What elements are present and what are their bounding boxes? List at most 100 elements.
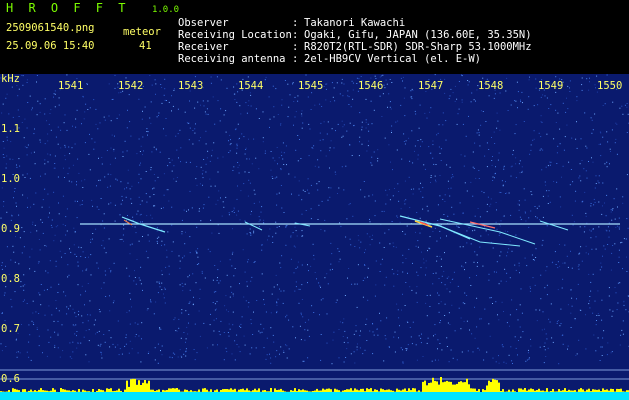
noise-speck — [57, 320, 59, 322]
noise-speck — [241, 316, 243, 318]
noise-speck — [301, 230, 303, 232]
noise-speck — [499, 225, 501, 227]
noise-speck — [150, 214, 152, 216]
noise-speck — [227, 311, 229, 313]
noise-speck — [181, 219, 183, 221]
noise-speck — [613, 198, 615, 200]
activity-bar — [470, 388, 472, 392]
noise-speck — [292, 326, 294, 328]
noise-speck — [553, 181, 555, 182]
noise-speck — [521, 166, 523, 168]
noise-speck — [178, 157, 179, 159]
activity-bar — [596, 389, 598, 392]
noise-speck — [263, 328, 265, 330]
app-version: 1.0.0 — [151, 5, 180, 15]
noise-speck — [364, 264, 366, 266]
noise-speck — [76, 256, 78, 257]
noise-speck — [505, 181, 506, 183]
noise-speck — [51, 226, 53, 228]
noise-speck — [286, 357, 288, 359]
noise-speck — [535, 78, 537, 80]
noise-speck — [26, 79, 28, 81]
activity-bar — [188, 391, 190, 392]
noise-speck — [490, 297, 492, 299]
noise-speck — [44, 163, 46, 165]
noise-speck — [129, 253, 131, 255]
noise-speck — [448, 219, 450, 221]
noise-speck — [410, 90, 412, 92]
noise-speck — [210, 76, 212, 78]
noise-speck — [427, 250, 428, 252]
noise-speck — [595, 350, 597, 352]
noise-speck — [140, 213, 142, 215]
noise-speck — [503, 166, 505, 168]
noise-speck — [297, 95, 299, 97]
noise-speck — [198, 210, 200, 212]
noise-speck — [353, 333, 355, 335]
y-tick-label: 0.6 — [1, 373, 20, 385]
noise-speck — [495, 301, 497, 303]
noise-speck — [243, 296, 245, 298]
noise-speck — [17, 351, 19, 353]
noise-speck — [336, 299, 338, 301]
noise-speck — [539, 346, 541, 348]
noise-speck — [562, 102, 564, 104]
noise-speck — [39, 111, 41, 113]
noise-speck — [474, 306, 475, 308]
noise-speck — [188, 139, 190, 141]
noise-speck — [384, 335, 386, 337]
noise-speck — [385, 203, 387, 205]
noise-speck — [216, 76, 218, 78]
activity-bar — [96, 390, 98, 392]
noise-speck — [439, 152, 441, 154]
noise-speck — [154, 180, 156, 182]
noise-speck — [231, 211, 233, 213]
noise-speck — [210, 313, 211, 315]
noise-speck — [16, 338, 17, 340]
noise-speck — [236, 101, 238, 103]
noise-speck — [121, 195, 123, 197]
activity-bar — [128, 386, 130, 392]
noise-speck — [434, 324, 436, 326]
activity-bar — [580, 388, 582, 392]
noise-speck — [562, 343, 564, 345]
noise-speck — [164, 288, 166, 290]
noise-speck — [413, 188, 415, 190]
noise-speck — [330, 140, 332, 142]
noise-speck — [395, 246, 397, 248]
noise-speck — [24, 299, 25, 301]
noise-speck — [538, 205, 540, 207]
noise-speck — [479, 349, 480, 351]
noise-speck — [147, 353, 149, 354]
noise-speck — [532, 139, 534, 141]
noise-speck — [495, 361, 497, 363]
noise-speck — [588, 253, 589, 255]
noise-speck — [539, 149, 541, 151]
noise-speck — [189, 289, 191, 291]
noise-speck — [369, 330, 371, 332]
activity-bar — [536, 390, 538, 392]
noise-speck — [121, 238, 123, 240]
noise-speck — [26, 127, 28, 129]
noise-speck — [437, 132, 439, 134]
activity-bar — [552, 389, 554, 392]
noise-speck — [157, 343, 159, 345]
noise-speck — [229, 150, 231, 152]
noise-speck — [14, 291, 16, 293]
noise-speck — [332, 268, 333, 270]
noise-speck — [49, 212, 50, 214]
noise-speck — [135, 232, 137, 234]
noise-speck — [412, 193, 414, 195]
noise-speck — [108, 330, 110, 332]
noise-speck — [370, 162, 372, 164]
noise-speck — [95, 108, 97, 110]
noise-speck — [477, 262, 478, 264]
noise-speck — [253, 262, 255, 263]
noise-speck — [406, 348, 408, 350]
noise-speck — [372, 331, 374, 333]
activity-bar — [142, 382, 144, 392]
noise-speck — [10, 298, 12, 300]
noise-speck — [473, 99, 475, 101]
noise-speck — [329, 101, 331, 103]
noise-speck — [434, 74, 436, 76]
